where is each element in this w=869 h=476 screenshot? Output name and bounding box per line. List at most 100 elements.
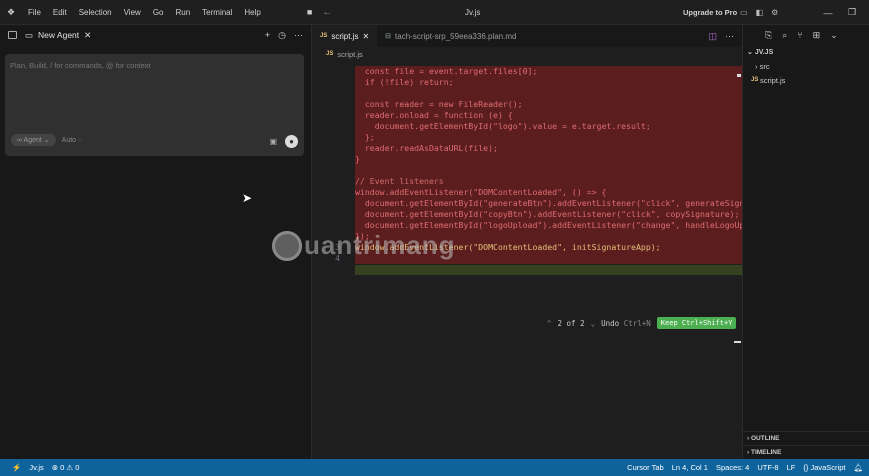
outline-label: OUTLINE: [750, 435, 780, 442]
chevron-down-icon[interactable]: ⌄: [830, 30, 838, 41]
agent-tab[interactable]: ▭ New Agent ✕: [25, 30, 91, 41]
language-mode[interactable]: {} JavaScript: [799, 463, 849, 472]
history-icon[interactable]: ◷: [278, 30, 286, 41]
menu-run[interactable]: Run: [169, 8, 196, 17]
code-line[interactable]: reader.readAsDataURL(file);: [312, 143, 742, 154]
code-line[interactable]: window.addEventListener("DOMContentLoade…: [312, 187, 742, 198]
tree-folder-src[interactable]: › src: [743, 59, 869, 73]
new-chat-plus-icon[interactable]: +: [265, 30, 270, 41]
menu-file[interactable]: File: [22, 8, 47, 17]
editor-tabs: JS script.js ✕ ⊟ tach-script-srp_59eea33…: [312, 25, 742, 47]
line-text: const file = event.target.files[0];: [355, 66, 538, 76]
title-bar: ❖ File Edit Selection View Go Run Termin…: [0, 0, 869, 25]
chat-composer[interactable]: Plan, Build, / for commands, @ for conte…: [5, 54, 304, 156]
keep-label: Keep: [660, 319, 678, 327]
encoding[interactable]: UTF-8: [753, 463, 782, 472]
markdown-file-icon: ⊟: [385, 33, 392, 40]
agent-mode-dropdown[interactable]: ∞ Agent ⌄: [11, 134, 56, 146]
code-line[interactable]: };: [312, 132, 742, 143]
cursor-logo-icon: ❖: [6, 6, 16, 17]
close-tab-icon[interactable]: ✕: [362, 32, 369, 41]
code-line[interactable]: [312, 165, 742, 176]
timeline-label: TIMELINE: [750, 449, 782, 456]
breadcrumb[interactable]: JS script.js: [312, 47, 742, 61]
timeline-section[interactable]: › TIMELINE: [743, 445, 869, 459]
image-attach-icon[interactable]: ▣: [269, 137, 277, 146]
code-line[interactable]: document.getElementById("generateBtn").a…: [312, 198, 745, 209]
keep-shortcut: Ctrl+Shift+Y: [681, 319, 733, 327]
cursor-tab-status[interactable]: Cursor Tab: [623, 463, 668, 472]
model-selector[interactable]: Auto ◌: [62, 137, 83, 144]
code-line[interactable]: document.getElementById("logo").value = …: [312, 121, 742, 132]
watermark-text: uantrimang: [304, 230, 456, 260]
status-file[interactable]: Jv.js: [25, 463, 47, 472]
undo-label: Undo: [601, 318, 620, 328]
more-icon[interactable]: ···: [294, 30, 303, 41]
diff-down-icon[interactable]: ⌄: [591, 319, 596, 328]
minimap-marker: [734, 341, 741, 343]
chat-bubble-icon: ▭: [25, 29, 34, 40]
menu-go[interactable]: Go: [147, 8, 170, 17]
maximize-icon[interactable]: ❐: [834, 0, 869, 25]
menu-help[interactable]: Help: [238, 8, 266, 17]
outline-section[interactable]: › OUTLINE: [743, 431, 869, 445]
watermark: uantrimang: [272, 230, 456, 261]
menu-selection[interactable]: Selection: [73, 8, 118, 17]
tab-script-js[interactable]: JS script.js ✕: [312, 25, 378, 47]
explorer-root[interactable]: ⌄ JV.JS: [743, 45, 869, 59]
toggle-panel-icon[interactable]: ▭: [740, 8, 748, 17]
upgrade-button[interactable]: Upgrade to Pro: [683, 8, 737, 17]
explorer-sidebar: ⎘ ⌕ ⑂ ⊞ ⌄ ⌄ JV.JS › src JS script.js › O…: [742, 25, 869, 459]
code-line[interactable]: reader.onload = function (e) {: [312, 110, 742, 121]
split-editor-icon[interactable]: ◫: [708, 31, 717, 42]
code-line[interactable]: // Event listeners: [312, 176, 742, 187]
keep-button[interactable]: Keep Ctrl+Shift+Y: [656, 317, 737, 329]
settings-gear-icon[interactable]: ⚙: [771, 8, 778, 17]
notifications-bell-icon[interactable]: 🔔︎: [849, 463, 869, 472]
chat-icon[interactable]: ■: [307, 7, 312, 17]
problems-indicator[interactable]: ⊗ 0 ⚠ 0: [48, 463, 84, 472]
indentation[interactable]: Spaces: 4: [712, 463, 753, 472]
code-line[interactable]: if (!file) return;: [312, 77, 742, 88]
line-text: document.getElementById("generateBtn").a…: [355, 198, 745, 208]
code-line[interactable]: }: [312, 154, 742, 165]
source-control-icon[interactable]: ⑂: [797, 30, 802, 40]
microphone-icon[interactable]: ●: [285, 135, 298, 148]
line-text: document.getElementById("copyBtn").addEv…: [355, 209, 740, 219]
status-bar: ⚡ Jv.js ⊗ 0 ⚠ 0 Cursor Tab Ln 4, Col 1 S…: [0, 459, 869, 476]
toggle-sidebar-icon[interactable]: ◧: [756, 8, 764, 17]
close-icon[interactable]: ✕: [84, 30, 91, 41]
line-ending[interactable]: LF: [783, 463, 800, 472]
code-line[interactable]: document.getElementById("copyBtn").addEv…: [312, 209, 742, 220]
more-actions-icon[interactable]: ···: [725, 31, 734, 42]
files-icon[interactable]: ⎘: [765, 30, 772, 41]
line-text: document.getElementById("logoUpload").ad…: [355, 220, 745, 230]
line-text: const reader = new FileReader();: [355, 99, 523, 109]
extensions-icon[interactable]: ⊞: [813, 30, 821, 41]
code-view[interactable]: ^ 2 of 2 ⌄ Undo Ctrl+N Keep Ctrl+Shift+Y…: [312, 66, 745, 329]
undo-button[interactable]: Undo Ctrl+N: [601, 319, 651, 328]
remote-icon[interactable]: ⚡: [0, 463, 25, 472]
javascript-file-icon: JS: [751, 77, 761, 83]
cursor-position[interactable]: Ln 4, Col 1: [668, 463, 712, 472]
back-arrow-icon[interactable]: ←: [322, 7, 332, 18]
line-text: reader.readAsDataURL(file);: [355, 143, 498, 153]
code-line[interactable]: const reader = new FileReader();: [312, 99, 742, 110]
file-label: script.js: [760, 75, 786, 85]
line-text: // Event listeners: [355, 176, 444, 186]
watermark-logo-icon: [272, 230, 302, 261]
diff-up-icon[interactable]: ^: [547, 319, 552, 328]
code-line[interactable]: [312, 88, 742, 99]
menu-view[interactable]: View: [118, 8, 147, 17]
agent-pane: ▭ New Agent ✕ + ◷ ··· Plan, Build, / for…: [0, 25, 312, 459]
panel-toggle-icon[interactable]: [8, 31, 17, 39]
menu-terminal[interactable]: Terminal: [196, 8, 238, 17]
code-line[interactable]: const file = event.target.files[0];: [312, 66, 742, 77]
menu-edit[interactable]: Edit: [47, 8, 73, 17]
breadcrumb-file: script.js: [337, 49, 363, 59]
search-icon[interactable]: ⌕: [782, 30, 787, 41]
tree-file-script[interactable]: JS script.js: [743, 73, 869, 87]
line-text: reader.onload = function (e) {: [355, 110, 513, 120]
diff-review-bar: ^ 2 of 2 ⌄ Undo Ctrl+N Keep Ctrl+Shift+Y: [547, 317, 737, 329]
tab-plan-md[interactable]: ⊟ tach-script-srp_59eea336.plan.md: [377, 25, 524, 47]
